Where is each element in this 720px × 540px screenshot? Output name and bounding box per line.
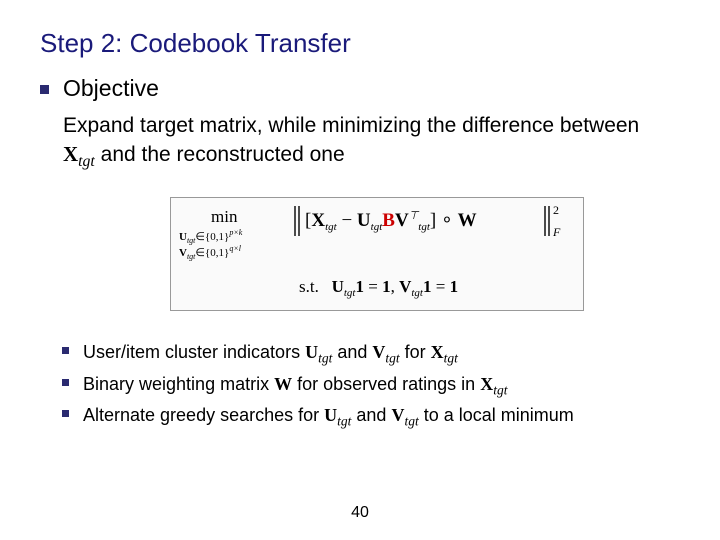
square-bullet-icon bbox=[62, 379, 69, 386]
math-variable: W bbox=[274, 374, 292, 394]
list-item-text: User/item cluster indicators Utgt and Vt… bbox=[83, 340, 458, 368]
math-variable: Utgt bbox=[305, 342, 332, 362]
formula-svg: min Utgt∈{0,1}p×k Vtgt∈{0,1}q×l [Xtgt − … bbox=[177, 200, 577, 308]
svg-text:s.t. Utgt1 = 1, Vtgt1 = 1: s.t. Utgt1 = 1, Vtgt1 = 1 bbox=[299, 277, 458, 299]
page-number: 40 bbox=[0, 504, 720, 522]
formula-container: min Utgt∈{0,1}p×k Vtgt∈{0,1}q×l [Xtgt − … bbox=[170, 197, 680, 316]
svg-text:F: F bbox=[552, 225, 561, 239]
objective-description: Expand target matrix, while minimizing t… bbox=[63, 112, 663, 173]
svg-text:Utgt∈{0,1}p×k: Utgt∈{0,1}p×k bbox=[179, 228, 243, 245]
list-item-text: Binary weighting matrix W for observed r… bbox=[83, 372, 507, 400]
square-bullet-icon bbox=[62, 347, 69, 354]
math-variable: Vtgt bbox=[391, 405, 418, 425]
svg-text:min: min bbox=[211, 207, 238, 226]
list-item: Binary weighting matrix W for observed r… bbox=[40, 372, 680, 400]
formula-box: min Utgt∈{0,1}p×k Vtgt∈{0,1}q×l [Xtgt − … bbox=[170, 197, 584, 311]
bullet-list: User/item cluster indicators Utgt and Vt… bbox=[40, 340, 680, 431]
math-variable: Vtgt bbox=[372, 342, 399, 362]
var-X-tgt: Xtgt bbox=[63, 142, 95, 166]
square-bullet-icon bbox=[40, 85, 49, 94]
objective-row: Objective bbox=[40, 75, 680, 102]
list-item: User/item cluster indicators Utgt and Vt… bbox=[40, 340, 680, 368]
svg-text:[Xtgt − UtgtBV⊤tgt] ∘ W: [Xtgt − UtgtBV⊤tgt] ∘ W bbox=[305, 210, 477, 233]
list-item-text: Alternate greedy searches for Utgt and V… bbox=[83, 403, 574, 431]
svg-text:Vtgt∈{0,1}q×l: Vtgt∈{0,1}q×l bbox=[179, 244, 242, 261]
list-item: Alternate greedy searches for Utgt and V… bbox=[40, 403, 680, 431]
math-variable: Xtgt bbox=[431, 342, 458, 362]
desc-post: and the reconstructed one bbox=[95, 143, 345, 166]
math-variable: Xtgt bbox=[480, 374, 507, 394]
desc-pre: Expand target matrix, while minimizing t… bbox=[63, 114, 639, 137]
math-variable: Utgt bbox=[324, 405, 351, 425]
square-bullet-icon bbox=[62, 410, 69, 417]
svg-text:2: 2 bbox=[553, 203, 559, 217]
slide-title: Step 2: Codebook Transfer bbox=[40, 28, 680, 59]
objective-label: Objective bbox=[63, 75, 159, 102]
